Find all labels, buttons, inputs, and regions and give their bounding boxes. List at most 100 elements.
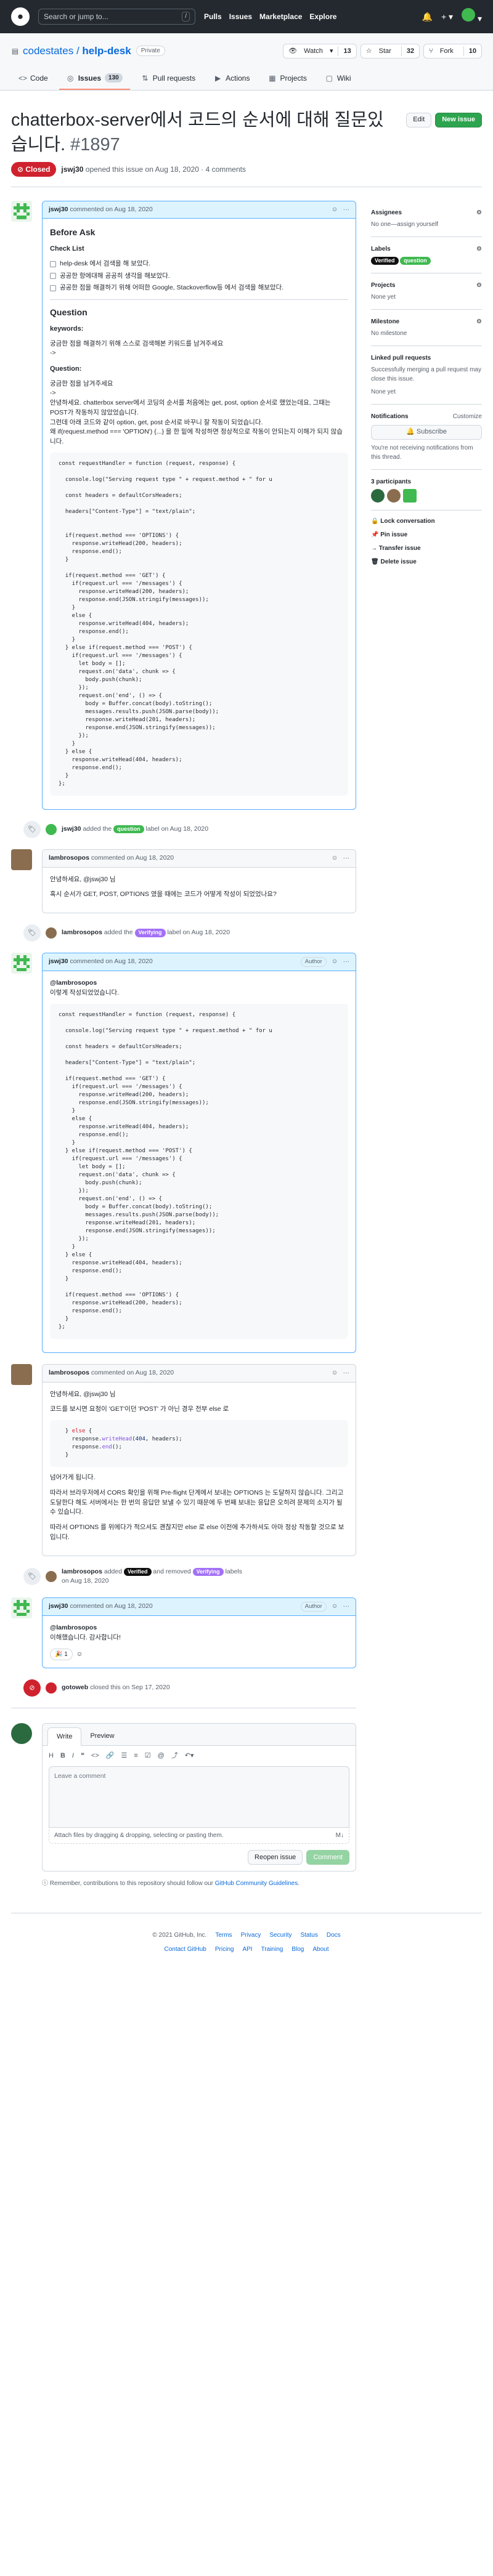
avatar[interactable] [11,200,32,222]
kebab-icon[interactable]: ··· [343,1602,350,1612]
nav-marketplace[interactable]: Marketplace [259,11,302,22]
task-list-icon[interactable]: ☑ [145,1751,151,1761]
smiley-icon[interactable]: ☺ [332,205,338,215]
mention-icon[interactable]: @ [158,1751,165,1761]
avatar[interactable] [11,1597,32,1618]
watch-button[interactable]: 👁 Watch ▾ 13 [283,43,357,59]
reference-icon[interactable]: ⤴ [171,1751,178,1761]
nav-explore[interactable]: Explore [309,11,336,22]
new-issue-button[interactable]: New issue [435,112,482,127]
gear-icon[interactable]: ⚙ [476,208,482,217]
avatar[interactable] [371,488,385,503]
label-question[interactable]: question [113,825,144,834]
search-input[interactable]: Search or jump to... / [38,9,195,25]
watch-count[interactable]: 13 [338,46,356,56]
footer-link[interactable]: Privacy [241,1931,261,1940]
label-verifying[interactable]: Verifying [192,1567,224,1576]
tab-projects[interactable]: ▦ Projects [261,68,314,90]
bell-icon[interactable]: 🔔 [422,10,433,23]
github-logo-icon[interactable]: ● [11,7,30,26]
avatar[interactable] [46,1571,57,1583]
add-reaction-icon[interactable]: ☺ [76,1650,83,1658]
undo-icon[interactable]: ↶▾ [185,1751,194,1761]
comment-time[interactable]: commented on Aug 18, 2020 [70,957,152,967]
footer-link[interactable]: Status [300,1931,317,1940]
avatar[interactable]: ▾ [462,8,482,25]
avatar[interactable] [11,1363,32,1385]
tab-code[interactable]: <> Code [11,68,55,90]
label-verifying[interactable]: Verifying [134,929,166,937]
kebab-icon[interactable]: ··· [343,957,350,967]
tab-preview[interactable]: Preview [81,1727,123,1746]
subscribe-button[interactable]: 🔔 Subscribe [371,424,482,440]
pin-issue-link[interactable]: 📌 Pin issue [371,530,482,539]
event-time[interactable]: on Aug 18, 2020 [62,1577,109,1585]
nav-issues[interactable]: Issues [229,11,252,22]
kebab-icon[interactable]: ··· [343,1368,350,1378]
event-actor[interactable]: gotoweb [62,1684,88,1691]
comment-time[interactable]: commented on Aug 18, 2020 [70,1602,152,1612]
star-button[interactable]: ☆ Star 32 [360,43,420,59]
comment-author[interactable]: jswj30 [49,957,68,967]
footer-link[interactable]: Docs [327,1931,341,1940]
comment-time[interactable]: commented on Aug 18, 2020 [91,854,174,863]
tab-wiki[interactable]: ▢ Wiki [318,68,359,90]
nav-pulls[interactable]: Pulls [204,11,222,22]
comment-author[interactable]: jswj30 [49,205,68,215]
delete-issue-link[interactable]: 🗑 Delete issue [371,557,482,567]
tab-write[interactable]: Write [47,1727,82,1746]
mention[interactable]: @lambrosopos [50,1624,97,1631]
avatar[interactable] [11,1722,32,1744]
quote-icon[interactable]: ❝ [81,1751,84,1761]
plus-icon[interactable]: + ▾ [441,10,453,23]
comment-time[interactable]: commented on Aug 18, 2020 [91,1368,174,1378]
smiley-icon[interactable]: ☺ [332,1368,338,1378]
footer-link[interactable]: Contact GitHub [165,1945,206,1954]
footer-link[interactable]: API [242,1945,252,1954]
kebab-icon[interactable]: ··· [343,205,350,215]
avatar[interactable] [46,823,57,835]
bold-icon[interactable]: B [60,1751,65,1761]
footer-link[interactable]: Training [261,1945,283,1954]
italic-icon[interactable]: I [72,1751,74,1761]
heading-icon[interactable]: H [49,1751,54,1761]
star-count[interactable]: 32 [401,46,419,56]
footer-link[interactable]: Pricing [215,1945,234,1954]
sidebar-value[interactable]: No one—assign yourself [371,220,482,229]
repo-owner[interactable]: codestates [23,45,73,57]
gear-icon[interactable]: ⚙ [476,281,482,290]
checkbox[interactable] [50,260,56,267]
mention[interactable]: @lambrosopos [50,979,97,987]
list-icon[interactable]: ☰ [121,1751,127,1761]
smiley-icon[interactable]: ☺ [332,957,338,967]
code-icon[interactable]: <> [91,1751,99,1761]
tab-pull-requests[interactable]: ⇅ Pull requests [134,68,203,90]
comment-author[interactable]: lambrosopos [49,1368,89,1378]
comment-author[interactable]: lambrosopos [49,854,89,863]
footer-link[interactable]: Terms [215,1931,232,1940]
footer-link[interactable]: Security [269,1931,291,1940]
repo-name[interactable]: help-desk [82,45,131,57]
event-actor[interactable]: lambrosopos [62,929,102,936]
smiley-icon[interactable]: ☺ [332,854,338,863]
guidelines-link[interactable]: GitHub Community Guidelines [215,1880,298,1887]
footer-link[interactable]: About [312,1945,328,1954]
avatar[interactable] [403,488,417,503]
repo-path[interactable]: codestates / help-desk [23,43,131,59]
edit-button[interactable]: Edit [406,112,432,127]
label-question[interactable]: question [400,256,431,265]
link-icon[interactable]: 🔗 [106,1751,115,1761]
footer-link[interactable]: Blog [291,1945,304,1954]
comment-time[interactable]: commented on Aug 18, 2020 [70,205,152,215]
avatar[interactable] [11,849,32,870]
fork-button[interactable]: ⑂ Fork 10 [423,43,482,59]
avatar[interactable] [46,927,57,939]
event-actor[interactable]: jswj30 [62,825,81,833]
reopen-issue-button[interactable]: Reopen issue [248,1849,303,1865]
avatar[interactable] [387,488,401,503]
comment-button[interactable]: Comment [306,1849,349,1865]
transfer-issue-link[interactable]: → Transfer issue [371,544,482,553]
tab-issues[interactable]: ◎ Issues 130 [59,68,130,90]
event-actor[interactable]: lambrosopos [62,1568,102,1575]
checkbox[interactable] [50,273,56,280]
